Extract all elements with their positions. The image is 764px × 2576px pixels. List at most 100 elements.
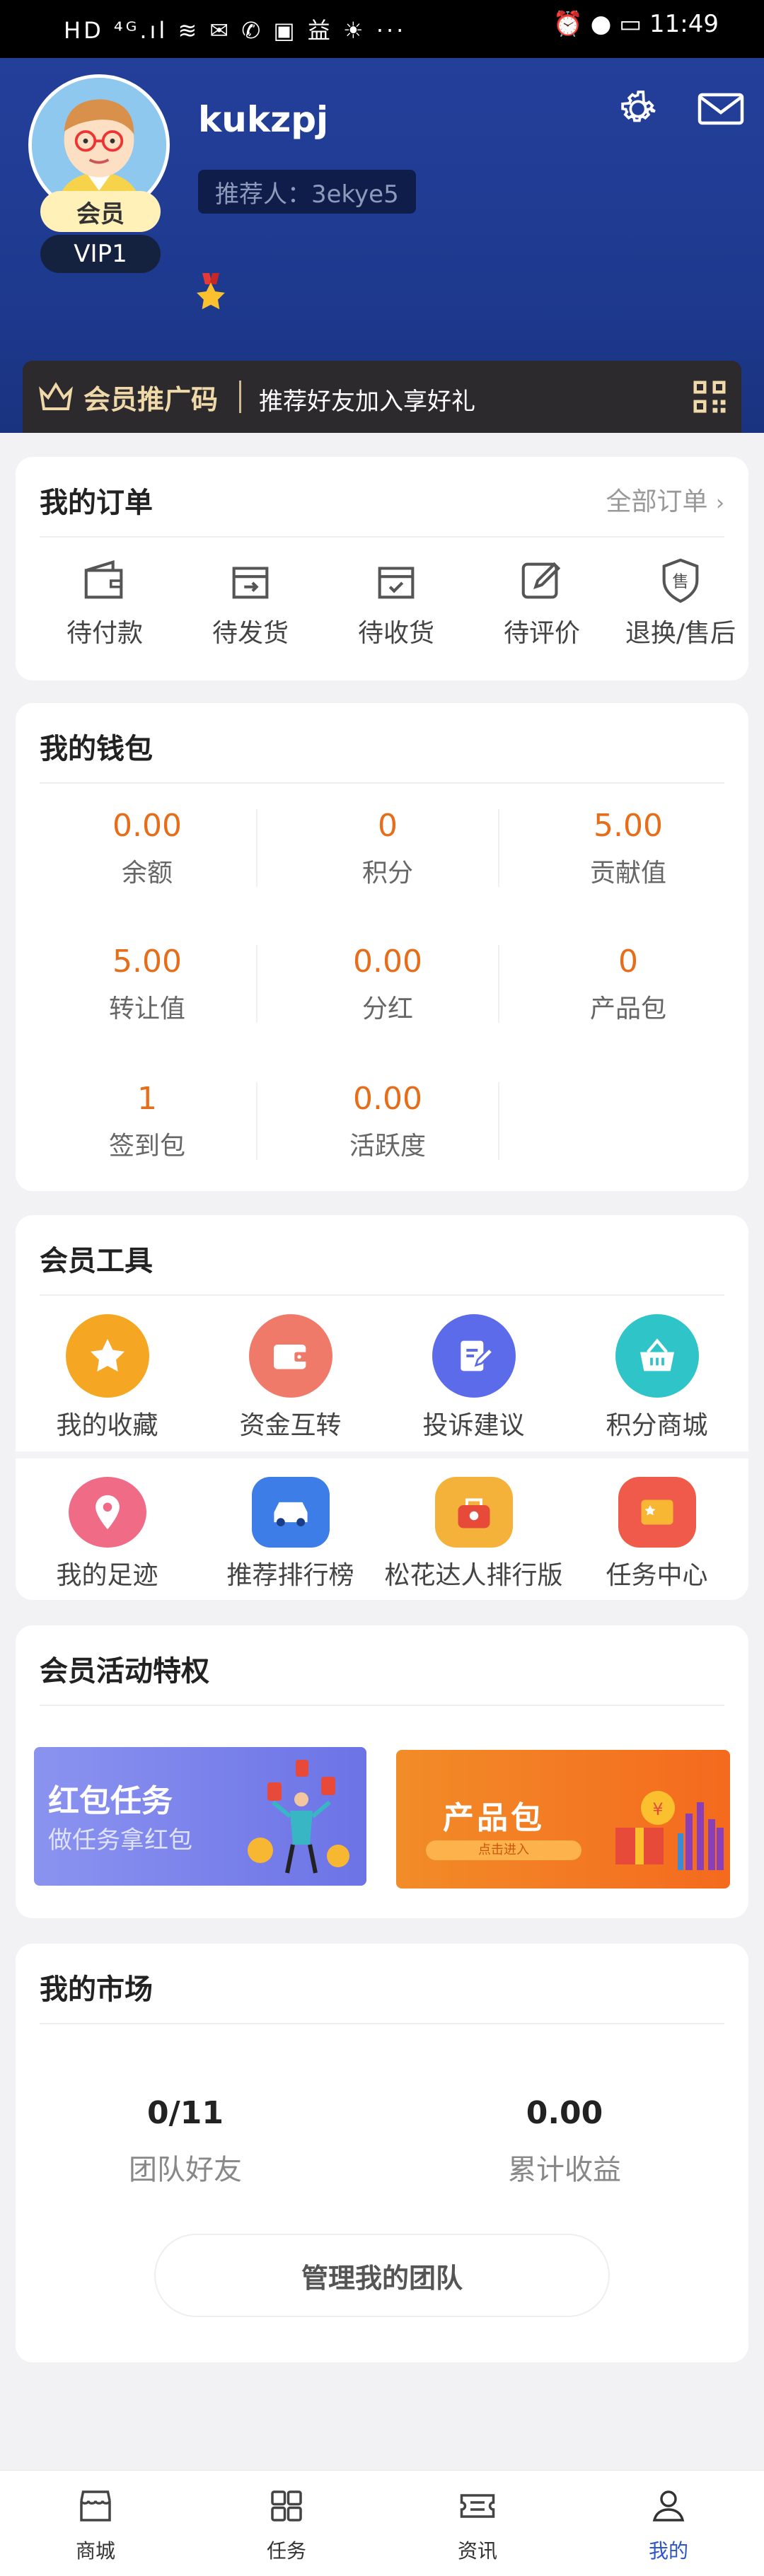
tab-shop[interactable]: 商城 <box>0 2485 191 2564</box>
wallet-balance-value: 0.00 <box>112 808 182 844</box>
red-packet-illustration-icon <box>239 1754 359 1884</box>
tool-expert-ranking[interactable]: 松花达人排行版 <box>382 1477 565 1591</box>
divider <box>40 1705 724 1706</box>
member-tools-title: 会员工具 <box>40 1245 153 1277</box>
order-pending-payment-label: 待付款 <box>66 619 143 648</box>
wallet-points[interactable]: 0 积分 <box>267 808 508 889</box>
wallet-transfer-value[interactable]: 5.00 转让值 <box>27 944 267 1025</box>
wallet-activity-value: 0.00 <box>353 1081 422 1117</box>
divider <box>16 1451 748 1458</box>
after-sale-icon: 售 <box>610 556 751 613</box>
star-icon <box>65 1314 149 1398</box>
team-friends-stat[interactable]: 0/11 团队好友 <box>44 2095 327 2188</box>
tab-news-label: 资讯 <box>457 2539 497 2563</box>
tool-feedback-label: 投诉建议 <box>422 1411 525 1440</box>
tab-tasks-label: 任务 <box>266 2539 306 2563</box>
divider <box>256 1082 257 1160</box>
order-pending-shipment[interactable]: 待发货 <box>180 556 321 649</box>
red-packet-banner-subtitle: 做任务拿红包 <box>48 1826 192 1855</box>
feedback-icon <box>432 1314 516 1398</box>
wallet-activity[interactable]: 0.00 活跃度 <box>267 1081 508 1162</box>
divider <box>256 945 257 1023</box>
orders-title: 我的订单 <box>40 487 153 519</box>
ticket-icon <box>382 2485 573 2530</box>
wallet-checkin-pack[interactable]: 1 签到包 <box>27 1081 267 1162</box>
member-activities-card: 会员活动特权 红包任务 做任务拿红包 产品包 点击进入 ¥ <box>16 1625 748 1918</box>
tool-points-mall[interactable]: 积分商城 <box>565 1314 748 1441</box>
wallet-product-pack[interactable]: 0 产品包 <box>508 944 748 1025</box>
wallet-card: 我的钱包 0.00 余额 0 积分 5.00 贡献值 5.00 转让值 0.00 分红 0… <box>16 703 748 1191</box>
member-activities-title: 会员活动特权 <box>40 1655 209 1688</box>
status-icons-right: ⏰ ● ▭ 11:49 <box>552 10 719 38</box>
wallet-dividend-label: 分红 <box>361 994 413 1023</box>
shop-icon <box>0 2485 191 2530</box>
tool-my-footprints[interactable]: 我的足迹 <box>16 1477 199 1591</box>
order-pending-receipt[interactable]: 待收货 <box>325 556 467 649</box>
chevron-right-icon: › <box>716 491 724 516</box>
tool-fund-transfer[interactable]: 资金互转 <box>199 1314 382 1441</box>
wallet-transfer-value-label: 转让值 <box>108 994 185 1023</box>
product-pack-banner[interactable]: 产品包 点击进入 ¥ <box>396 1750 730 1889</box>
divider <box>498 809 499 887</box>
order-after-sale[interactable]: 售 退换/售后 <box>610 556 751 649</box>
username: kukzpj <box>198 99 329 140</box>
wallet-dividend[interactable]: 0.00 分红 <box>267 944 508 1025</box>
divider <box>256 809 257 887</box>
wallet-points-label: 积分 <box>361 859 413 888</box>
task-card-icon <box>618 1477 696 1548</box>
wallet-balance[interactable]: 0.00 余额 <box>27 808 267 889</box>
tab-tasks[interactable]: 任务 <box>191 2485 382 2564</box>
wallet-title: 我的钱包 <box>40 733 153 765</box>
my-market-title: 我的市场 <box>40 1973 153 2006</box>
wallet-contribution-label: 贡献值 <box>589 859 666 888</box>
ship-box-icon <box>180 556 321 613</box>
referrer-tag: 推荐人：3ekye5 <box>198 170 416 214</box>
wallet-points-value: 0 <box>378 808 398 844</box>
all-orders-label: 全部订单 <box>606 487 708 516</box>
tool-task-center-label: 任务中心 <box>606 1561 708 1590</box>
wallet-activity-label: 活跃度 <box>349 1132 426 1161</box>
order-pending-review[interactable]: 待评价 <box>471 556 613 649</box>
edit-icon <box>471 556 613 613</box>
manage-team-button[interactable]: 管理我的团队 <box>154 2234 610 2317</box>
wallet-product-pack-value: 0 <box>618 944 638 980</box>
tool-fund-transfer-label: 资金互转 <box>239 1411 342 1440</box>
svg-text:¥: ¥ <box>652 1799 663 1819</box>
all-orders-link[interactable]: 全部订单 › <box>606 481 724 518</box>
promo-title: 会员推广码 <box>83 384 219 415</box>
tab-mine[interactable]: 我的 <box>573 2485 764 2564</box>
settings-gear-icon[interactable] <box>615 86 661 134</box>
red-packet-banner-title: 红包任务 <box>48 1783 173 1819</box>
tool-feedback[interactable]: 投诉建议 <box>382 1314 565 1441</box>
tool-referral-ranking[interactable]: 推荐排行榜 <box>199 1477 382 1591</box>
product-pack-enter-tag: 点击进入 <box>426 1840 581 1860</box>
divider <box>40 782 724 784</box>
red-packet-task-banner[interactable]: 红包任务 做任务拿红包 <box>34 1747 366 1886</box>
total-earnings-stat[interactable]: 0.00 累计收益 <box>409 2095 720 2188</box>
tab-mine-label: 我的 <box>648 2539 688 2563</box>
status-icons-left: HD ⁴ᴳ.ıl ≋ ✉ ✆ ▣ 益 ☀ ··· <box>64 17 407 44</box>
tool-my-favorites-label: 我的收藏 <box>56 1411 158 1440</box>
tool-task-center[interactable]: 任务中心 <box>565 1477 748 1591</box>
bottom-tab-bar: 商城 任务 资讯 我的 <box>0 2470 764 2576</box>
member-promo-code-bar[interactable]: 会员推广码 推荐好友加入享好礼 <box>23 361 741 433</box>
tool-my-favorites[interactable]: 我的收藏 <box>16 1314 199 1441</box>
divider <box>239 381 241 413</box>
message-mail-icon[interactable] <box>696 88 746 133</box>
order-after-sale-label: 退换/售后 <box>625 619 736 648</box>
order-pending-payment[interactable]: 待付款 <box>34 556 175 649</box>
divider <box>40 2023 724 2024</box>
grid-icon <box>191 2485 382 2530</box>
order-pending-review-label: 待评价 <box>503 619 580 648</box>
divider <box>498 1082 499 1160</box>
tab-news[interactable]: 资讯 <box>382 2485 573 2564</box>
wallet-contribution[interactable]: 5.00 贡献值 <box>508 808 748 889</box>
transfer-wallet-icon <box>248 1314 332 1398</box>
product-pack-banner-title: 产品包 <box>443 1800 545 1836</box>
wallet-transfer-value-value: 5.00 <box>112 944 182 980</box>
location-pin-icon <box>68 1477 146 1548</box>
tool-points-mall-label: 积分商城 <box>606 1411 708 1440</box>
medal-icon <box>194 273 228 314</box>
tool-referral-ranking-label: 推荐排行榜 <box>226 1561 354 1590</box>
qr-code-icon[interactable] <box>690 378 729 419</box>
